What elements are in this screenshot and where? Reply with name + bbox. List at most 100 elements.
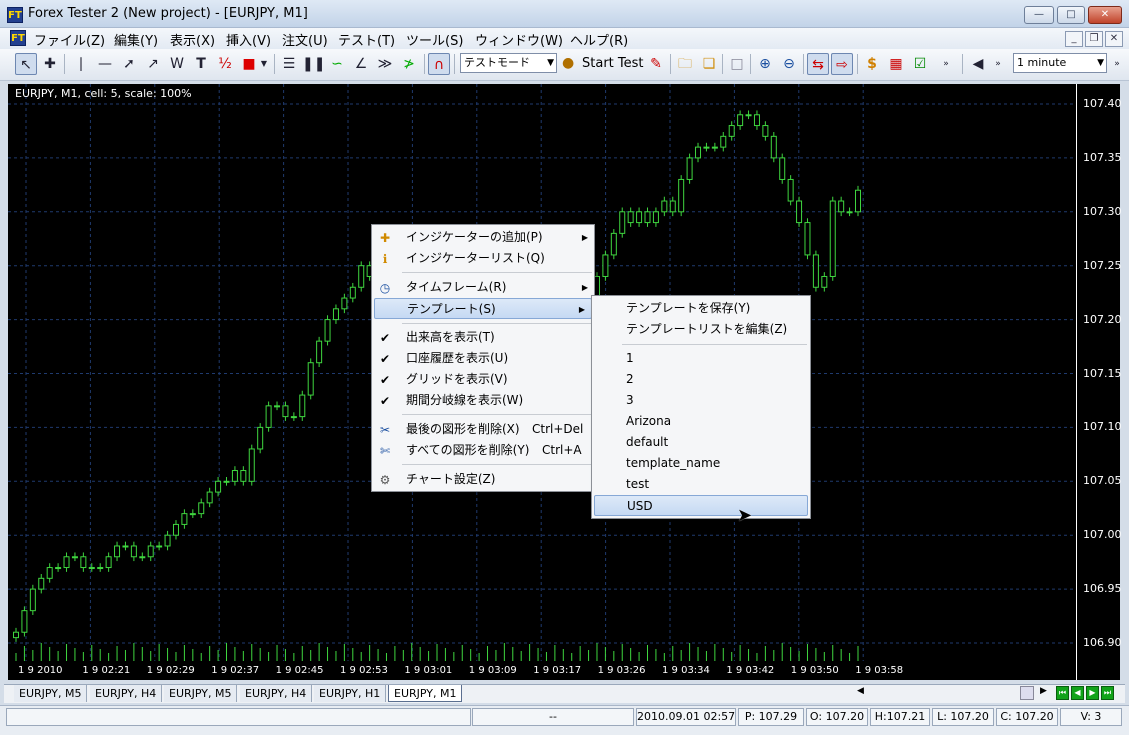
close-icon[interactable]: ✕ <box>1088 6 1122 24</box>
auto-scroll-icon[interactable]: ⇨ <box>831 53 853 75</box>
menu-order[interactable]: 注文(U) <box>282 30 328 49</box>
template-submenu: テンプレートを保存(Y) テンプレートリストを編集(Z) 1 2 3 Arizo… <box>591 295 811 519</box>
menu-file[interactable]: ファイル(Z) <box>34 30 105 49</box>
nav-first-icon[interactable]: ⏮ <box>1056 686 1069 700</box>
menu-help[interactable]: ヘルプ(R) <box>570 30 628 49</box>
magnet-icon[interactable]: ∩ <box>428 53 450 75</box>
fibonacci-arc-icon[interactable]: ∽ <box>326 53 348 75</box>
menu-add-indicator[interactable]: ✚ インジケーターの追加(P) ▶ <box>372 227 594 248</box>
tabs-scroll-left-icon[interactable]: ◀ <box>857 686 864 696</box>
timeframe-select[interactable]: 1 minute ▼ <box>1013 53 1107 73</box>
chart-test-icon[interactable]: ✎ <box>645 53 667 75</box>
template-item[interactable]: 1 <box>592 348 810 369</box>
orders-icon[interactable]: ▦ <box>885 53 907 75</box>
chart-tab[interactable]: EURJPY, M5 <box>164 685 238 702</box>
vertical-lines-icon[interactable]: ❚❚ <box>302 53 325 75</box>
document-icon[interactable]: FT <box>10 30 26 46</box>
copy-folder-icon[interactable]: ❏ <box>698 53 720 75</box>
ray-icon[interactable]: ↗ <box>142 53 164 75</box>
time-tick-label: 1 9 03:26 <box>597 665 646 676</box>
trend-line-icon[interactable]: ➚ <box>118 53 140 75</box>
shape-dropdown-icon[interactable]: ▼ <box>258 53 270 75</box>
template-item[interactable]: template_name <box>592 453 810 474</box>
template-item[interactable]: 2 <box>592 369 810 390</box>
start-test-button[interactable]: Start Test <box>562 52 644 76</box>
money-icon[interactable]: $ <box>861 53 883 75</box>
step-back-icon[interactable]: ◀ <box>967 53 989 75</box>
template-item[interactable]: test <box>592 474 810 495</box>
menu-window[interactable]: ウィンドウ(W) <box>475 30 563 49</box>
crosshair-icon[interactable]: ✚ <box>39 53 61 75</box>
menu-view[interactable]: 表示(X) <box>170 30 215 49</box>
chart-tab[interactable]: EURJPY, H4 <box>90 685 163 702</box>
chart-tab[interactable]: EURJPY, H1 <box>314 685 387 702</box>
menu-test[interactable]: テスト(T) <box>338 30 395 49</box>
horizontal-lines-icon[interactable]: ☰ <box>278 53 300 75</box>
menu-delete-all-objects[interactable]: ✄ すべての図形を削除(Y) Ctrl+A <box>372 440 594 461</box>
text-label-icon[interactable]: ½ <box>214 53 236 75</box>
toolbar-separator <box>64 54 65 74</box>
toolbar-end-overflow-icon[interactable]: » <box>1109 53 1125 75</box>
candle-body <box>172 523 179 536</box>
zoom-in-icon[interactable]: ⊕ <box>754 53 776 75</box>
time-tick-label: 1 9 02:21 <box>82 665 131 676</box>
cursor-icon[interactable]: ↖ <box>15 53 37 75</box>
chart-tab[interactable]: EURJPY, H4 <box>240 685 313 702</box>
chart-tab-active[interactable]: EURJPY, M1 <box>388 685 463 702</box>
menu-edit-template-list[interactable]: テンプレートリストを編集(Z) <box>592 319 810 340</box>
nav-next-icon[interactable]: ▶ <box>1086 686 1099 700</box>
horizontal-line-icon[interactable]: — <box>94 53 116 75</box>
wave-icon[interactable]: W <box>166 53 188 75</box>
maximize-icon[interactable]: □ <box>1057 6 1085 24</box>
menu-delete-last-object[interactable]: ✂ 最後の図形を削除(X) Ctrl+Del <box>372 419 594 440</box>
minimize-icon[interactable]: — <box>1024 6 1054 24</box>
menu-separator <box>402 414 592 415</box>
template-item-highlighted[interactable]: USD <box>594 495 808 516</box>
menu-tools[interactable]: ツール(S) <box>406 30 463 49</box>
menu-show-account-history[interactable]: ✔ 口座履歴を表示(U) <box>372 348 594 369</box>
time-tick-label: 1 9 02:45 <box>275 665 324 676</box>
candle-body <box>762 125 769 137</box>
text-icon[interactable]: T <box>190 53 212 75</box>
mdi-close-icon[interactable]: ✕ <box>1105 31 1123 47</box>
menu-timeframe[interactable]: ◷ タイムフレーム(R) ▶ <box>372 277 594 298</box>
open-folder-icon[interactable]: 🗀 <box>674 53 696 75</box>
candle-body <box>636 211 643 224</box>
step-overflow-icon[interactable]: » <box>987 53 1009 75</box>
toolbar-overflow-icon[interactable]: » <box>935 53 957 75</box>
chart-shift-icon[interactable]: ⇆ <box>807 53 829 75</box>
candle-body <box>223 480 230 483</box>
candle-body <box>737 114 744 127</box>
menu-template[interactable]: テンプレート(S) ▶ <box>374 298 592 319</box>
template-item[interactable]: default <box>592 432 810 453</box>
chart-tab[interactable]: EURJPY, M5 <box>14 685 88 702</box>
tabs-scroll-right-icon[interactable]: ▶ <box>1040 686 1047 696</box>
template-item[interactable]: 3 <box>592 390 810 411</box>
fan-icon[interactable]: ∠ <box>350 53 372 75</box>
vertical-line-icon[interactable]: ∣ <box>70 53 92 75</box>
nav-last-icon[interactable]: ⏭ <box>1101 686 1114 700</box>
mdi-minimize-icon[interactable]: _ <box>1065 31 1083 47</box>
tabs-scroll-button[interactable] <box>1020 686 1034 700</box>
template-item[interactable]: Arizona <box>592 411 810 432</box>
new-document-icon[interactable]: □ <box>726 53 748 75</box>
zoom-out-icon[interactable]: ⊖ <box>778 53 800 75</box>
channel-icon[interactable]: ≫ <box>374 53 396 75</box>
menu-indicator-list[interactable]: ℹ インジケーターリスト(Q) <box>372 248 594 269</box>
mdi-restore-icon[interactable]: ❐ <box>1085 31 1103 47</box>
toolbar-separator <box>857 54 858 74</box>
menu-show-volume[interactable]: ✔ 出来高を表示(T) <box>372 327 594 348</box>
menu-show-grid[interactable]: ✔ グリッドを表示(V) <box>372 369 594 390</box>
candle-body <box>838 200 845 213</box>
mode-select[interactable]: テストモード ▼ <box>460 53 557 73</box>
menu-insert[interactable]: 挿入(V) <box>226 30 271 49</box>
menu-chart-settings[interactable]: ⚙ チャート設定(Z) <box>372 469 594 490</box>
pitchfork-icon[interactable]: ≯ <box>398 53 420 75</box>
menu-edit[interactable]: 編集(Y) <box>114 30 158 49</box>
menu-save-template[interactable]: テンプレートを保存(Y) <box>592 298 810 319</box>
nav-prev-icon[interactable]: ◀ <box>1071 686 1084 700</box>
shape-icon[interactable]: ■ <box>238 53 260 75</box>
menu-show-period-separators[interactable]: ✔ 期間分岐線を表示(W) <box>372 390 594 411</box>
report-icon[interactable]: ☑ <box>909 53 931 75</box>
price-tick-label: 107.30 <box>1083 204 1122 218</box>
